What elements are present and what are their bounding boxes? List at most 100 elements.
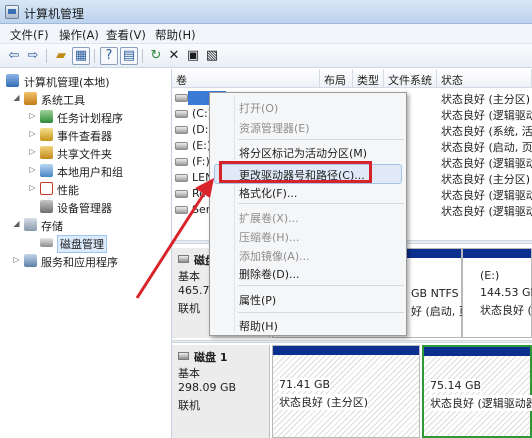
partition-status: 状态良好 (主分区) bbox=[279, 394, 369, 410]
tree-label: 计算机管理(本地) bbox=[24, 76, 110, 89]
volume-icon bbox=[175, 158, 188, 166]
tree-label: 设备管理器 bbox=[57, 202, 112, 215]
event-viewer-icon bbox=[40, 128, 53, 141]
disk-1-type: 基本 bbox=[178, 367, 200, 380]
disk-1-label[interactable]: 磁盘 1 基本 298.09 GB 联机 bbox=[172, 345, 270, 438]
console-icon[interactable]: ▤ bbox=[120, 47, 138, 65]
expand-arrow-icon[interactable]: ▷ bbox=[28, 165, 37, 174]
window-title: 计算机管理 bbox=[24, 7, 85, 21]
computer-management-icon bbox=[5, 5, 19, 19]
show-hide-tree-icon[interactable]: ▦ bbox=[72, 47, 90, 65]
menu-item-shrink[interactable]: 压缩卷(H)... bbox=[239, 229, 299, 245]
disk-0-state: 联机 bbox=[178, 302, 200, 315]
primary-partition-bar bbox=[424, 347, 530, 356]
tree-label: 存储 bbox=[41, 220, 63, 233]
expand-arrow-icon[interactable]: ▷ bbox=[12, 255, 21, 264]
expand-arrow-icon[interactable]: ▷ bbox=[28, 129, 37, 138]
tree-item-event-viewer[interactable]: ▷ 事件查看器 bbox=[0, 126, 172, 144]
users-icon bbox=[40, 164, 53, 177]
disk-1-partition-2[interactable]: 75.14 GB 状态良好 (逻辑驱动器) bbox=[422, 345, 532, 438]
help-icon[interactable]: ? bbox=[100, 47, 118, 65]
menu-item-add-mirror[interactable]: 添加镜像(A)... bbox=[239, 248, 310, 264]
volume-name: (F:) bbox=[192, 155, 210, 168]
disk-1-partition-1[interactable]: 71.41 GB 状态良好 (主分区) bbox=[272, 345, 420, 438]
tree-item-storage[interactable]: ◢ 存储 bbox=[0, 216, 172, 234]
toolbar: ⇦ ⇨ ▰ ▦ ? ▤ ↻ ✕ ▣ ▧ bbox=[0, 44, 532, 68]
volume-status: 状态良好 (主分区) bbox=[441, 93, 531, 106]
annotation-highlight-box bbox=[219, 161, 372, 183]
volume-context-menu: 打开(O) 资源管理器(E) 将分区标记为活动分区(M) 更改驱动器号和路径(C… bbox=[209, 92, 407, 336]
volume-status: 状态良好 (系统, 活动 bbox=[441, 125, 532, 138]
tree-item-device-manager[interactable]: 设备管理器 bbox=[0, 198, 172, 216]
tree-label: 事件查看器 bbox=[57, 130, 112, 143]
properties-icon[interactable]: ▣ bbox=[184, 47, 202, 65]
menu-view[interactable]: 查看(V) bbox=[106, 27, 146, 43]
menu-help[interactable]: 帮助(H) bbox=[155, 27, 196, 43]
toolbar-separator bbox=[46, 49, 47, 63]
column-header-type[interactable]: 类型 bbox=[353, 69, 384, 88]
back-arrow-icon[interactable]: ⇦ bbox=[5, 47, 23, 65]
refresh-icon[interactable]: ↻ bbox=[147, 47, 165, 65]
primary-partition-bar bbox=[463, 249, 531, 258]
storage-icon bbox=[24, 218, 37, 231]
disk-separator bbox=[172, 340, 532, 343]
partition-size: GB NTFS bbox=[411, 287, 459, 300]
menu-item-extend[interactable]: 扩展卷(X)... bbox=[239, 210, 299, 226]
tree-label: 性能 bbox=[57, 184, 79, 197]
delete-icon[interactable]: ✕ bbox=[165, 47, 183, 65]
partition-status: 好 (启动, 页 bbox=[411, 305, 470, 318]
disk-0-partition-e[interactable]: (E:) 144.53 GB NTFS 状态良好 (逻辑驱 bbox=[462, 248, 532, 338]
menu-item-help[interactable]: 帮助(H) bbox=[239, 318, 278, 334]
tools-icon bbox=[24, 92, 37, 105]
menu-item-delete[interactable]: 删除卷(D)... bbox=[239, 266, 300, 282]
column-header-status[interactable]: 状态 bbox=[437, 69, 532, 88]
partition-size: 71.41 GB bbox=[279, 378, 331, 391]
menu-separator bbox=[238, 312, 404, 313]
expand-arrow-icon[interactable]: ▷ bbox=[28, 147, 37, 156]
navigation-tree: 计算机管理(本地) ◢ 系统工具 ▷ 任务计划程序 ▷ 事件查看器 ▷ 共享文件… bbox=[0, 69, 172, 438]
volume-icon bbox=[175, 94, 188, 102]
column-header-layout[interactable]: 布局 bbox=[320, 69, 353, 88]
column-header-filesystem[interactable]: 文件系统 bbox=[384, 69, 437, 88]
tree-item-performance[interactable]: ▷ 性能 bbox=[0, 180, 172, 198]
up-folder-icon[interactable]: ▰ bbox=[52, 47, 70, 65]
volume-status: 状态良好 (逻辑驱动器 bbox=[441, 157, 532, 170]
tree-item-task-scheduler[interactable]: ▷ 任务计划程序 bbox=[0, 108, 172, 126]
tree-label: 任务计划程序 bbox=[57, 112, 123, 125]
volume-icon bbox=[175, 206, 188, 214]
toolbar-separator bbox=[94, 49, 95, 63]
menu-action[interactable]: 操作(A) bbox=[59, 27, 99, 43]
disk-1-size: 298.09 GB bbox=[178, 381, 237, 394]
export-icon[interactable]: ▧ bbox=[203, 47, 221, 65]
volume-status: 状态良好 (逻辑驱动器 bbox=[441, 205, 532, 218]
volume-icon bbox=[175, 110, 188, 118]
menu-item-properties[interactable]: 属性(P) bbox=[239, 292, 276, 308]
collapse-arrow-icon[interactable]: ◢ bbox=[12, 93, 21, 102]
disk-icon bbox=[40, 238, 53, 247]
forward-arrow-icon[interactable]: ⇨ bbox=[24, 47, 42, 65]
volume-icon bbox=[175, 126, 188, 134]
menu-item-mark-active[interactable]: 将分区标记为活动分区(M) bbox=[239, 145, 367, 161]
volume-name: Re bbox=[192, 187, 206, 200]
volume-status: 状态良好 (启动, 页面 bbox=[441, 141, 532, 154]
tree-label: 本地用户和组 bbox=[57, 166, 123, 179]
expand-arrow-icon[interactable]: ▷ bbox=[28, 111, 37, 120]
menu-item-open[interactable]: 打开(O) bbox=[239, 100, 278, 116]
tree-item-local-users[interactable]: ▷ 本地用户和组 bbox=[0, 162, 172, 180]
performance-icon bbox=[40, 182, 53, 195]
tree-item-services[interactable]: ▷ 服务和应用程序 bbox=[0, 252, 172, 270]
primary-partition-bar bbox=[273, 346, 419, 355]
expand-arrow-icon[interactable]: ▷ bbox=[28, 183, 37, 192]
tree-item-shared-folders[interactable]: ▷ 共享文件夹 bbox=[0, 144, 172, 162]
menu-item-format[interactable]: 格式化(F)... bbox=[239, 185, 297, 201]
volume-status: 状态良好 (主分区) bbox=[441, 173, 531, 186]
collapse-arrow-icon[interactable]: ◢ bbox=[12, 219, 21, 228]
device-manager-icon bbox=[40, 200, 53, 213]
tree-label: 系统工具 bbox=[41, 94, 85, 107]
menu-item-explorer[interactable]: 资源管理器(E) bbox=[239, 120, 310, 136]
tree-item-root[interactable]: 计算机管理(本地) bbox=[0, 72, 172, 90]
column-header-volume[interactable]: 卷 bbox=[172, 69, 320, 88]
tree-item-system-tools[interactable]: ◢ 系统工具 bbox=[0, 90, 172, 108]
menu-file[interactable]: 文件(F) bbox=[10, 27, 49, 43]
tree-item-disk-management[interactable]: 磁盘管理 bbox=[0, 234, 172, 253]
